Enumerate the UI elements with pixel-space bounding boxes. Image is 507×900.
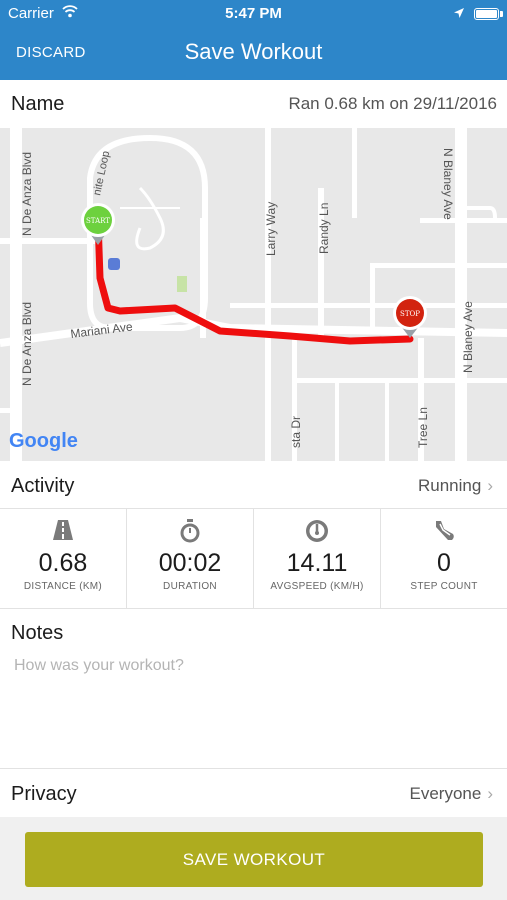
activity-label: Activity [11,475,75,497]
footer-bar: SAVE WORKOUT [0,817,507,900]
duration-label: DURATION [163,581,217,592]
map-label-n-blaney-ave-bottom: N Blaney Ave [461,301,475,373]
name-label: Name [11,93,65,115]
location-arrow-icon [453,6,465,23]
privacy-value: Everyone [409,784,482,803]
status-bar: Carrier 5:47 PM [0,0,507,28]
map-label-randy-ln: Randy Ln [317,203,331,254]
discard-button[interactable]: DISCARD [16,44,86,61]
activity-value-wrap[interactable]: Running › [418,476,493,496]
notes-label: Notes [11,622,64,644]
battery-icon [474,8,499,20]
activity-row[interactable]: Activity Running › [0,461,507,509]
stopwatch-icon [127,519,253,543]
map-label-larry-way: Larry Way [264,202,278,256]
chevron-right-icon: › [487,476,493,495]
stat-distance: 0.68 DISTANCE (KM) [0,509,127,608]
distance-label: DISTANCE (KM) [23,581,103,592]
stop-marker-label: STOP [400,310,420,318]
battery-tip-icon [500,11,503,17]
speedometer-icon [254,519,380,543]
map-label-tree-ln: Tree Ln [416,407,430,448]
status-time: 5:47 PM [225,5,282,22]
chevron-right-icon: › [487,784,493,803]
header-bar: Carrier 5:47 PM DISCARD Save Workout [0,0,507,80]
route-map[interactable]: N De Anza Blvd N De Anza Blvd nite Loop … [0,128,507,461]
privacy-label: Privacy [11,783,77,805]
privacy-row[interactable]: Privacy Everyone › [0,769,507,817]
stat-step-count: 0 STEP COUNT [381,509,507,608]
map-label-sta-dr: sta Dr [289,416,303,448]
avg-speed-label: AVGSPEED (KM/H) [270,581,364,592]
save-workout-button[interactable]: SAVE WORKOUT [25,832,483,887]
stats-grid: 0.68 DISTANCE (KM) 00:02 DURATION 14.11 … [0,509,507,609]
distance-value: 0.68 [38,549,88,577]
stat-avg-speed: 14.11 AVGSPEED (KM/H) [254,509,381,608]
name-row[interactable]: Name Ran 0.68 km on 29/11/2016 [0,80,507,128]
road-icon [0,519,126,543]
map-label-n-blaney-ave-top: N Blaney Ave [441,148,455,220]
map-label-n-de-anza-blvd-top: N De Anza Blvd [20,152,34,236]
step-count-value: 0 [437,549,451,577]
shoe-icon [381,519,507,543]
stat-duration: 00:02 DURATION [127,509,254,608]
google-logo: Google [9,430,78,452]
workout-name-value[interactable]: Ran 0.68 km on 29/11/2016 [288,94,497,114]
start-marker-label: START [86,217,110,225]
duration-value: 00:02 [158,549,222,577]
map-label-n-de-anza-blvd-bottom: N De Anza Blvd [20,302,34,386]
notes-section: Notes [0,609,507,769]
privacy-value-wrap[interactable]: Everyone › [410,784,494,804]
notes-input[interactable] [14,657,494,757]
activity-value: Running [418,476,482,495]
step-count-label: STEP COUNT [410,581,478,592]
avg-speed-value: 14.11 [286,549,348,577]
